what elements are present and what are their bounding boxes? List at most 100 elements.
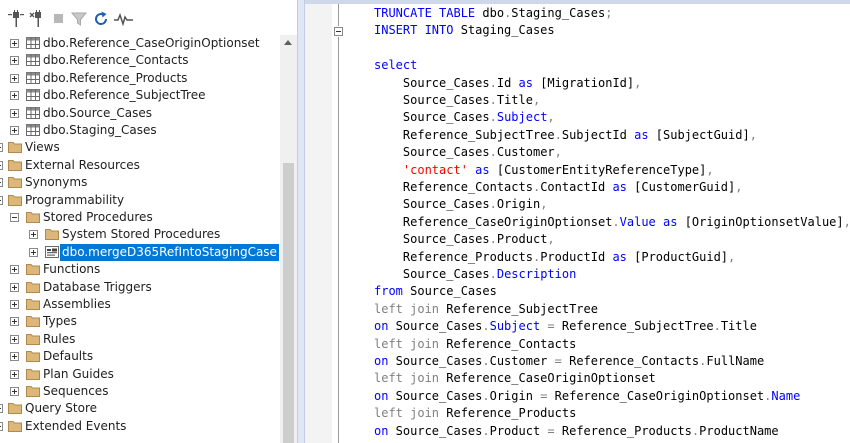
tree-node-label[interactable]: Views: [23, 139, 62, 156]
tree-node-label[interactable]: dbo.Source_Cases: [41, 105, 154, 122]
tree-node[interactable]: Stored Procedures: [0, 209, 280, 226]
code-line[interactable]: from Source_Cases: [374, 283, 497, 300]
tree-node[interactable]: Assemblies: [0, 296, 280, 313]
tree-node[interactable]: dbo.mergeD365RefIntoStagingCase: [0, 243, 280, 261]
tree-node-label[interactable]: Rules: [41, 331, 77, 348]
code-line[interactable]: Source_Cases.Customer,: [403, 144, 562, 161]
code-line[interactable]: Source_Cases.Product,: [403, 231, 555, 248]
object-explorer-scrollbar[interactable]: [280, 35, 297, 443]
expand-icon[interactable]: [10, 39, 19, 48]
tree-node-label-selected[interactable]: dbo.mergeD365RefIntoStagingCase: [60, 243, 279, 261]
expand-icon[interactable]: [10, 300, 19, 309]
stop-icon[interactable]: [50, 10, 68, 28]
tree-node[interactable]: Defaults: [0, 348, 280, 365]
tree-node-label[interactable]: dbo.Reference_Contacts: [41, 52, 191, 69]
code-line[interactable]: Reference_Contacts.ContactId as [Custome…: [403, 179, 743, 196]
tree-node-label[interactable]: Defaults: [41, 348, 95, 365]
collapse-icon[interactable]: [10, 213, 19, 222]
tree-node-label[interactable]: dbo.Reference_Products: [41, 70, 189, 87]
pane-splitter[interactable]: [297, 0, 305, 443]
expand-icon[interactable]: [10, 126, 19, 135]
scrollbar-thumb[interactable]: [283, 163, 294, 443]
expand-icon[interactable]: [0, 404, 3, 414]
tree-node[interactable]: Plan Guides: [0, 366, 280, 383]
tree-node[interactable]: Programmability: [0, 192, 280, 209]
connect-icon[interactable]: [7, 10, 25, 28]
tree-node-label[interactable]: Plan Guides: [41, 366, 116, 383]
query-editor[interactable]: TRUNCATE TABLE dbo.Staging_Cases; INSERT …: [305, 0, 850, 443]
code-line[interactable]: left join Reference_SubjectTree: [374, 301, 598, 318]
code-line[interactable]: Source_Cases.Subject,: [403, 109, 555, 126]
tree-node-label[interactable]: dbo.Reference_CaseOriginOptionset: [41, 35, 262, 52]
code-line[interactable]: Source_Cases.Origin,: [403, 196, 548, 213]
tree-node-label[interactable]: dbo.Staging_Cases: [41, 122, 159, 139]
expand-icon[interactable]: [10, 265, 19, 275]
code-line[interactable]: left join Reference_Contacts: [374, 336, 576, 353]
tree-node[interactable]: dbo.Source_Cases: [0, 105, 280, 122]
code-line[interactable]: Source_Cases.Description: [403, 266, 576, 283]
code-line[interactable]: select: [374, 57, 417, 74]
code-line[interactable]: Reference_CaseOriginOptionset.Value as […: [403, 214, 850, 231]
expand-icon[interactable]: [10, 73, 19, 83]
code-line[interactable]: left join Reference_Products: [374, 405, 576, 422]
refresh-icon[interactable]: [92, 10, 110, 28]
code-line[interactable]: TRUNCATE TABLE dbo.Staging_Cases;: [374, 5, 612, 22]
expand-icon[interactable]: [10, 108, 19, 118]
expand-icon[interactable]: [29, 230, 38, 240]
tree-node[interactable]: dbo.Reference_CaseOriginOptionset: [0, 35, 280, 52]
activity-monitor-icon[interactable]: [113, 10, 133, 28]
tree-node[interactable]: Views: [0, 139, 280, 156]
code-line[interactable]: on Source_Cases.Subject = Reference_Subj…: [374, 318, 757, 335]
expand-icon[interactable]: [10, 387, 19, 396]
tree-node[interactable]: Functions: [0, 261, 280, 278]
tree-node-label[interactable]: dbo.Reference_SubjectTree: [41, 87, 207, 104]
tree-node-label[interactable]: Stored Procedures: [41, 209, 155, 226]
expand-icon[interactable]: [10, 317, 19, 327]
collapse-icon[interactable]: [0, 195, 3, 205]
tree-node[interactable]: Types: [0, 313, 280, 330]
expand-icon[interactable]: [0, 143, 3, 153]
code-line[interactable]: Reference_Products.ProductId as [Product…: [403, 249, 735, 266]
tree-node[interactable]: Rules: [0, 331, 280, 348]
code-line[interactable]: Source_Cases.Title,: [403, 92, 540, 109]
expand-icon[interactable]: [10, 282, 19, 292]
tree-node[interactable]: Query Store: [0, 400, 280, 417]
tree-node[interactable]: Database Triggers: [0, 279, 280, 296]
code-line[interactable]: 'contact' as [CustomerEntityReferenceTyp…: [403, 162, 714, 179]
expand-icon[interactable]: [10, 334, 19, 344]
expand-icon[interactable]: [10, 91, 19, 101]
tree-node-label[interactable]: Synonyms: [23, 174, 89, 191]
code-line[interactable]: INSERT INTO Staging_Cases: [374, 22, 555, 39]
scroll-up-icon[interactable]: [284, 40, 292, 45]
tree-node-label[interactable]: Extended Events: [23, 418, 128, 435]
tree-node[interactable]: dbo.Reference_Products: [0, 70, 280, 87]
tree-node[interactable]: Synonyms: [0, 174, 280, 191]
tree-node-label[interactable]: Query Store: [23, 400, 99, 417]
tree-node-label[interactable]: Functions: [41, 261, 102, 278]
tree-node[interactable]: dbo.Staging_Cases: [0, 122, 280, 139]
disconnect-icon[interactable]: [29, 10, 47, 28]
tree-node[interactable]: Sequences: [0, 383, 280, 400]
expand-icon[interactable]: [10, 352, 19, 362]
code-line[interactable]: on Source_Cases.Origin = Reference_CaseO…: [374, 388, 800, 405]
code-line[interactable]: Source_Cases.Id as [MigrationId],: [403, 75, 641, 92]
tree-node-label[interactable]: Types: [41, 313, 79, 330]
expand-icon[interactable]: [0, 178, 3, 188]
tree-node-label[interactable]: System Stored Procedures: [60, 226, 222, 243]
tree-node-label[interactable]: Programmability: [23, 192, 126, 209]
code-line[interactable]: on Source_Cases.Customer = Reference_Con…: [374, 353, 764, 370]
tree-node-label[interactable]: External Resources: [23, 157, 142, 174]
expand-icon[interactable]: [29, 247, 38, 257]
expand-icon[interactable]: [10, 369, 19, 379]
tree-node[interactable]: dbo.Reference_Contacts: [0, 52, 280, 69]
expand-icon[interactable]: [0, 421, 3, 431]
code-line[interactable]: left join Reference_CaseOriginOptionset: [374, 370, 656, 387]
tree-node-label[interactable]: Database Triggers: [41, 279, 154, 296]
code-line[interactable]: Reference_SubjectTree.SubjectId as [Subj…: [403, 127, 757, 144]
tree-node[interactable]: System Stored Procedures: [0, 226, 280, 243]
tree-node-label[interactable]: Sequences: [41, 383, 110, 400]
collapse-region-button[interactable]: [334, 27, 343, 36]
expand-icon[interactable]: [10, 56, 19, 66]
tree-node[interactable]: Extended Events: [0, 418, 280, 435]
expand-icon[interactable]: [0, 160, 3, 170]
